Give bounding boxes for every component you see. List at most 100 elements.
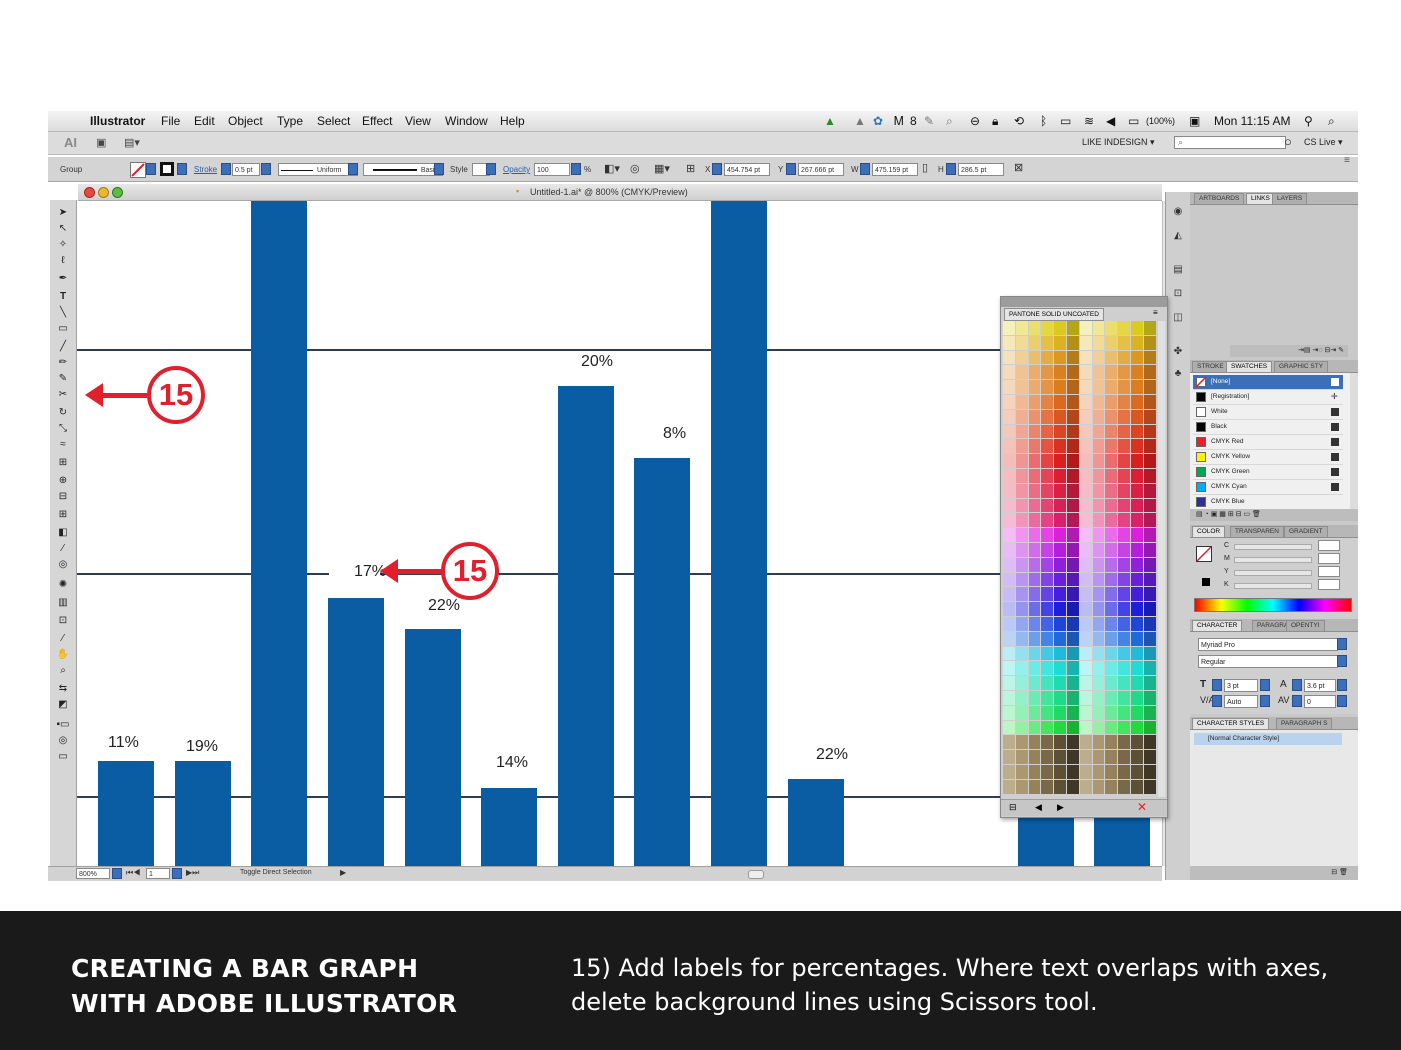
pantone-swatch[interactable] xyxy=(1015,779,1028,794)
align-panel-icon[interactable]: ▤ xyxy=(1171,264,1185,276)
pantone-swatch[interactable] xyxy=(1067,454,1079,468)
pantone-swatch[interactable] xyxy=(1079,543,1092,557)
isolate-group-icon[interactable]: ◎ xyxy=(630,162,640,175)
pantone-swatch[interactable] xyxy=(1092,483,1105,498)
pantone-swatch[interactable] xyxy=(1092,646,1105,661)
type-tool-icon[interactable]: T xyxy=(54,290,72,304)
font-family-dropdown[interactable] xyxy=(1337,638,1347,650)
pantone-swatch[interactable] xyxy=(1003,661,1015,676)
column-graph-tool-icon[interactable]: ▥ xyxy=(54,596,72,610)
bluetooth-icon[interactable]: ᛒ xyxy=(1040,114,1047,128)
pantone-swatch[interactable] xyxy=(1067,365,1079,380)
pantone-swatch[interactable] xyxy=(1143,528,1156,542)
cs-live-menu[interactable]: CS Live ▾ xyxy=(1304,137,1343,148)
pantone-swatch[interactable] xyxy=(1067,557,1079,572)
pantone-swatch[interactable] xyxy=(1028,602,1041,616)
pantone-swatch[interactable] xyxy=(1105,676,1118,690)
search-app-icon[interactable]: ⌕ xyxy=(946,114,953,129)
pantone-swatch[interactable] xyxy=(1028,631,1041,646)
stroke-profile-dropdown[interactable] xyxy=(348,163,358,175)
panel-title-bar[interactable] xyxy=(1001,297,1167,307)
tab-stroke[interactable]: STROKE xyxy=(1192,361,1229,372)
pantone-swatch[interactable] xyxy=(1105,321,1118,335)
pantone-swatch[interactable] xyxy=(1092,661,1105,676)
pantone-swatch[interactable] xyxy=(1028,691,1041,705)
swatch-row[interactable]: White xyxy=(1193,405,1343,420)
pantone-swatch[interactable] xyxy=(1105,602,1118,616)
blend-tool-icon[interactable]: ◎ xyxy=(54,558,72,572)
pantone-swatch[interactable] xyxy=(1118,365,1130,380)
pantone-swatch[interactable] xyxy=(1041,513,1054,528)
wifi-icon[interactable]: ≋ xyxy=(1084,114,1094,128)
zoom-level-input[interactable]: 800% xyxy=(76,868,110,879)
chart-bar[interactable] xyxy=(634,458,690,866)
pantone-swatch[interactable] xyxy=(1067,513,1079,528)
pantone-swatch[interactable] xyxy=(1067,676,1079,690)
pantone-swatch[interactable] xyxy=(1067,483,1079,498)
pantone-swatch[interactable] xyxy=(1054,750,1066,764)
pantone-swatch[interactable] xyxy=(1041,705,1054,720)
pantone-swatch[interactable] xyxy=(1118,483,1130,498)
pantone-swatch[interactable] xyxy=(1054,676,1066,690)
user-icon[interactable]: ⚲ xyxy=(1304,114,1313,128)
pantone-swatch[interactable] xyxy=(1105,513,1118,528)
chart-bar[interactable] xyxy=(711,201,767,866)
pantone-swatch[interactable] xyxy=(1015,528,1028,542)
pantone-swatch[interactable] xyxy=(1054,409,1066,424)
pantone-swatch[interactable] xyxy=(1131,572,1143,587)
pantone-swatch[interactable] xyxy=(1092,365,1105,380)
pantone-swatch[interactable] xyxy=(1003,631,1015,646)
pantone-swatch[interactable] xyxy=(1003,513,1015,528)
pantone-swatch[interactable] xyxy=(1105,646,1118,661)
chart-bar[interactable] xyxy=(481,788,537,866)
pantone-swatch[interactable] xyxy=(1003,380,1015,394)
pantone-swatch[interactable] xyxy=(1092,513,1105,528)
status-text[interactable]: Toggle Direct Selection xyxy=(240,869,312,876)
pantone-swatch[interactable] xyxy=(1003,602,1015,616)
menu-view[interactable]: View xyxy=(405,114,431,128)
pantone-swatch[interactable] xyxy=(1054,617,1066,631)
pantone-swatch[interactable] xyxy=(1003,454,1015,468)
pantone-swatch[interactable] xyxy=(1015,365,1028,380)
pantone-swatch[interactable] xyxy=(1079,587,1092,602)
reference-point-icon[interactable]: ⊞ xyxy=(686,162,695,175)
pantone-swatch[interactable] xyxy=(1092,617,1105,631)
pantone-swatch[interactable] xyxy=(1079,750,1092,764)
pantone-swatch[interactable] xyxy=(1143,720,1156,735)
pantone-swatch[interactable] xyxy=(1028,469,1041,483)
pantone-swatch[interactable] xyxy=(1118,454,1130,468)
pantone-swatch[interactable] xyxy=(1118,646,1130,661)
opacity-label[interactable]: Opacity xyxy=(503,165,530,174)
menu-object[interactable]: Object xyxy=(228,114,263,128)
pantone-swatch[interactable] xyxy=(1143,646,1156,661)
pantone-swatch[interactable] xyxy=(1015,572,1028,587)
pantone-swatch[interactable] xyxy=(1079,779,1092,794)
percentage-label[interactable]: 19% xyxy=(186,738,218,756)
pantone-swatch[interactable] xyxy=(1092,454,1105,468)
pantone-swatch[interactable] xyxy=(1143,439,1156,454)
font-size-stepper[interactable] xyxy=(1212,679,1222,691)
color-spectrum-bar[interactable] xyxy=(1194,598,1352,612)
pantone-swatch[interactable] xyxy=(1079,661,1092,676)
pantone-swatch[interactable] xyxy=(1131,424,1143,439)
pantone-swatch[interactable] xyxy=(1015,321,1028,335)
w-input[interactable]: 475.159 pt xyxy=(872,163,918,176)
menu-edit[interactable]: Edit xyxy=(194,114,215,128)
pantone-swatch[interactable] xyxy=(1118,720,1130,735)
character-styles-footer-icons[interactable]: ⊟ 🗑︎ xyxy=(1190,866,1358,880)
zoom-dropdown[interactable] xyxy=(112,868,122,879)
tab-character[interactable]: CHARACTER xyxy=(1192,620,1243,631)
chart-bar[interactable] xyxy=(251,201,307,866)
pantone-swatch[interactable] xyxy=(1105,365,1118,380)
pantone-swatch[interactable] xyxy=(1028,720,1041,735)
swatch-row[interactable]: CMYK Green xyxy=(1193,465,1343,480)
pantone-swatch[interactable] xyxy=(1092,765,1105,779)
pantone-swatch[interactable] xyxy=(1118,380,1130,394)
battery-icon[interactable]: ▭ xyxy=(1128,114,1139,128)
pantone-swatch[interactable] xyxy=(1131,454,1143,468)
pantone-swatch[interactable] xyxy=(1015,557,1028,572)
pantone-swatch[interactable] xyxy=(1131,409,1143,424)
draw-mode-icon[interactable]: ◎ xyxy=(54,734,72,748)
pantone-swatch[interactable] xyxy=(1067,439,1079,454)
pantone-swatch[interactable] xyxy=(1067,335,1079,350)
